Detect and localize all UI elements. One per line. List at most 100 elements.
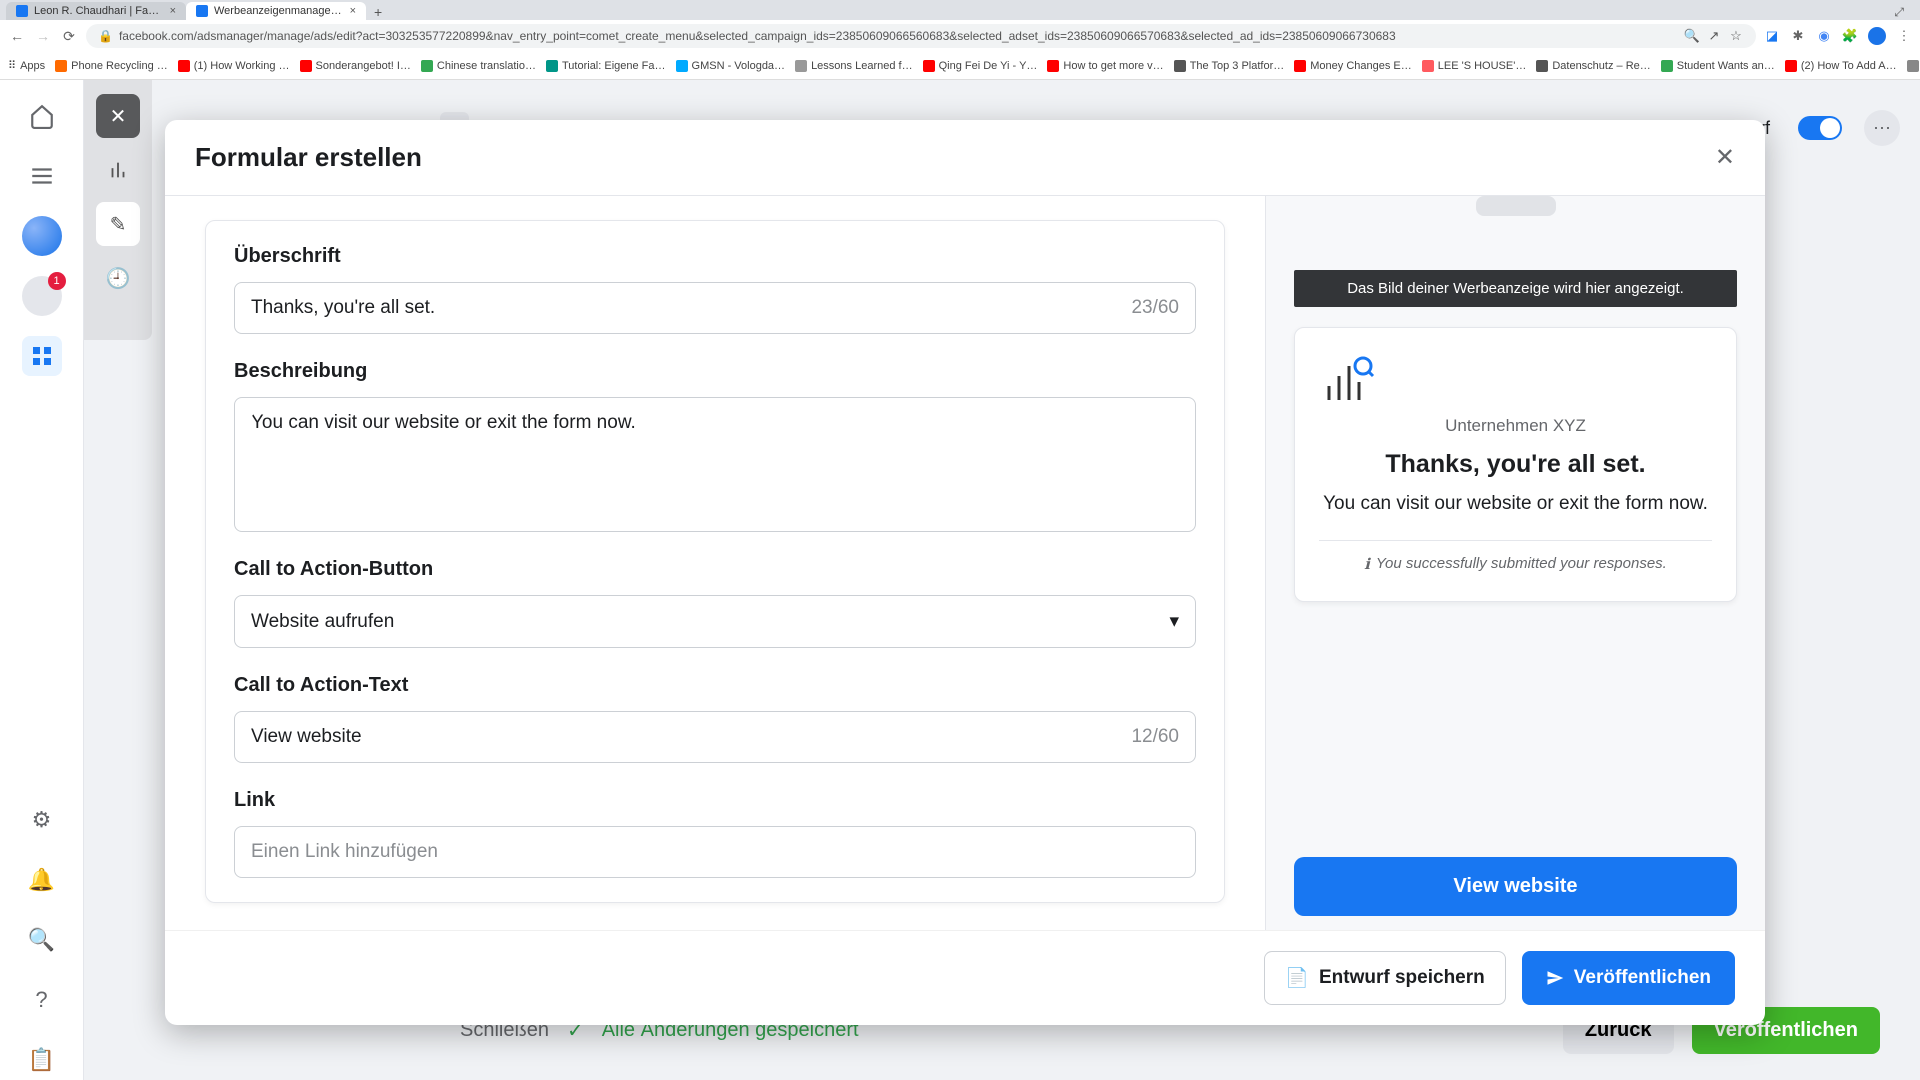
bookmark-item[interactable]: Chinese translatio… <box>421 60 536 72</box>
bookmark-item[interactable]: Datenschutz – Re… <box>1536 60 1650 72</box>
report-button[interactable]: 📋 <box>22 1040 62 1080</box>
back-button[interactable]: ← <box>8 27 26 45</box>
zoom-icon[interactable]: 🔍 <box>1684 28 1700 44</box>
notification-badge: 1 <box>48 272 66 290</box>
headline-counter: 23/60 <box>1131 297 1179 319</box>
extension-icon[interactable]: ✱ <box>1790 28 1806 44</box>
link-input[interactable] <box>234 826 1196 878</box>
create-form-modal: Formular erstellen ✕ Überschrift 23/60 B… <box>165 120 1765 1025</box>
menu-icon[interactable]: ⋮ <box>1896 28 1912 44</box>
headline-label: Überschrift <box>234 245 1196 268</box>
close-editor-button[interactable]: ✕ <box>96 94 140 138</box>
cta-text-counter: 12/60 <box>1131 726 1179 748</box>
preview-placeholder-icon <box>1476 196 1556 216</box>
bookmark-item[interactable]: (1) How Working … <box>178 60 290 72</box>
preview-pane: Das Bild deiner Werbeanzeige wird hier a… <box>1265 196 1765 930</box>
bookmark-item[interactable]: Tutorial: Eigene Fa… <box>546 60 666 72</box>
menu-button[interactable] <box>22 156 62 196</box>
notifications-avatar[interactable]: 1 <box>22 276 62 316</box>
bookmark-item[interactable]: (2) How To Add A… <box>1785 60 1897 72</box>
active-toggle[interactable] <box>1798 116 1842 140</box>
tab-title: Werbeanzeigenmanager - … <box>214 5 344 17</box>
reload-button[interactable]: ⟳ <box>60 27 78 45</box>
headline-field[interactable] <box>251 297 1121 319</box>
settings-button[interactable]: ⚙ <box>22 800 62 840</box>
editor-rail: ✕ ✎ 🕘 <box>84 80 152 340</box>
bookmark-favicon <box>795 60 807 72</box>
more-options-button[interactable]: ⋯ <box>1864 110 1900 146</box>
bookmark-item[interactable]: The Top 3 Platfor… <box>1174 60 1285 72</box>
profile-avatar[interactable] <box>1868 27 1886 45</box>
ads-manager-button[interactable] <box>22 336 62 376</box>
bookmark-item[interactable]: Phone Recycling … <box>55 60 168 72</box>
bookmark-item[interactable]: Student Wants an… <box>1661 60 1775 72</box>
bookmark-item[interactable]: How to get more v… <box>1047 60 1163 72</box>
fb-pixel-icon[interactable]: ◪ <box>1764 28 1780 44</box>
description-input[interactable] <box>234 397 1196 532</box>
bookmark-favicon <box>923 60 935 72</box>
description-field[interactable] <box>251 412 1179 512</box>
close-tab-icon[interactable]: × <box>170 5 176 17</box>
cta-text-field[interactable] <box>251 726 1121 748</box>
address-bar[interactable]: 🔒 facebook.com/adsmanager/manage/ads/edi… <box>86 24 1756 48</box>
modal-header: Formular erstellen ✕ <box>165 120 1765 196</box>
bookmark-item[interactable]: Download - Cooki… <box>1907 60 1920 72</box>
save-draft-button[interactable]: 📄 Entwurf speichern <box>1264 951 1505 1005</box>
history-button[interactable]: 🕘 <box>96 256 140 300</box>
form-pane: Überschrift 23/60 Beschreibung Call to A… <box>165 196 1265 930</box>
headline-input[interactable]: 23/60 <box>234 282 1196 334</box>
preview-headline: Thanks, you're all set. <box>1319 450 1712 479</box>
preview-card: Unternehmen XYZ Thanks, you're all set. … <box>1294 327 1737 602</box>
bookmark-item[interactable]: Qing Fei De Yi - Y… <box>923 60 1038 72</box>
expand-icon[interactable]: ⤢ <box>1894 5 1904 20</box>
bookmark-item[interactable]: Money Changes E… <box>1294 60 1412 72</box>
close-tab-icon[interactable]: × <box>350 5 356 17</box>
bookmark-favicon <box>1422 60 1434 72</box>
notifications-button[interactable]: 🔔 <box>22 860 62 900</box>
bookmark-item[interactable]: Lessons Learned f… <box>795 60 913 72</box>
bookmarks-bar: ⠿ Apps Phone Recycling … (1) How Working … <box>0 52 1920 80</box>
browser-tab[interactable]: Werbeanzeigenmanager - … × <box>186 2 366 20</box>
bookmark-item[interactable]: LEE 'S HOUSE'… <box>1422 60 1527 72</box>
help-button[interactable]: ? <box>22 980 62 1020</box>
bookmark-favicon <box>1785 60 1797 72</box>
share-icon[interactable]: ↗ <box>1706 28 1722 44</box>
modal-body: Überschrift 23/60 Beschreibung Call to A… <box>165 196 1765 930</box>
draft-icon: 📄 <box>1285 966 1309 990</box>
bookmark-favicon <box>676 60 688 72</box>
preview-chart-icon <box>1319 356 1712 404</box>
extension-icon[interactable]: ◉ <box>1816 28 1832 44</box>
insights-button[interactable] <box>96 148 140 192</box>
bookmark-item[interactable]: GMSN - Vologda… <box>676 60 786 72</box>
modal-close-button[interactable]: ✕ <box>1715 143 1735 172</box>
browser-chrome: Leon R. Chaudhari | Facebook × Werbeanze… <box>0 0 1920 80</box>
bookmark-favicon <box>1661 60 1673 72</box>
preview-cta-button[interactable]: View website <box>1294 857 1737 916</box>
modal-title: Formular erstellen <box>195 142 422 173</box>
tab-title: Leon R. Chaudhari | Facebook <box>34 5 164 17</box>
publish-form-button[interactable]: Veröffentlichen <box>1522 951 1735 1005</box>
cta-button-value: Website aufrufen <box>251 611 394 633</box>
search-button[interactable]: 🔍 <box>22 920 62 960</box>
link-field[interactable] <box>251 841 1179 863</box>
forward-button[interactable]: → <box>34 27 52 45</box>
bookmark-icon[interactable]: ☆ <box>1728 28 1744 44</box>
facebook-favicon <box>16 5 28 17</box>
browser-tab[interactable]: Leon R. Chaudhari | Facebook × <box>6 2 186 20</box>
cta-text-input[interactable]: 12/60 <box>234 711 1196 763</box>
bookmark-item[interactable]: Sonderangebot! I… <box>300 60 411 72</box>
cta-text-label: Call to Action-Text <box>234 674 1196 697</box>
preview-company: Unternehmen XYZ <box>1319 416 1712 436</box>
description-label: Beschreibung <box>234 360 1196 383</box>
account-avatar[interactable] <box>22 216 62 256</box>
cta-button-label: Call to Action-Button <box>234 558 1196 581</box>
apps-icon: ⠿ <box>8 59 16 72</box>
home-button[interactable] <box>22 96 62 136</box>
bookmark-favicon <box>178 60 190 72</box>
new-tab-button[interactable]: + <box>366 4 390 20</box>
apps-button[interactable]: ⠿ Apps <box>8 59 45 72</box>
cta-button-select[interactable]: Website aufrufen ▾ <box>234 595 1196 648</box>
edit-button[interactable]: ✎ <box>96 202 140 246</box>
extension-icon[interactable]: 🧩 <box>1842 28 1858 44</box>
bookmark-favicon <box>546 60 558 72</box>
